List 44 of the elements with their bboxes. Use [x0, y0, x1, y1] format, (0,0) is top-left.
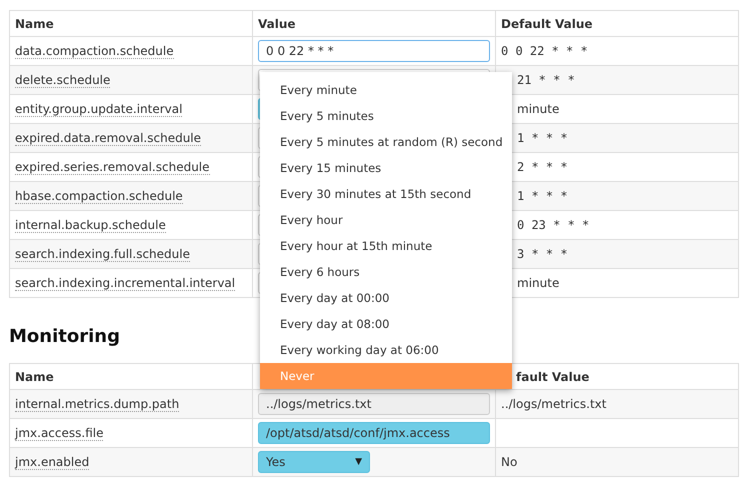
setting-name: jmx.access.file — [15, 426, 104, 441]
menu-item[interactable]: Every 15 minutes — [260, 155, 512, 181]
default-value: 1 * * * — [516, 189, 568, 203]
menu-item[interactable]: Every working day at 06:00 — [260, 337, 512, 363]
menu-item[interactable]: Every 5 minutes at random (R) second — [260, 129, 512, 155]
menu-item[interactable]: Every hour — [260, 207, 512, 233]
menu-item[interactable]: Every minute — [260, 77, 512, 103]
setting-name: data.compaction.schedule — [15, 44, 174, 59]
menu-item[interactable]: Every 6 hours — [260, 259, 512, 285]
column-header: Value — [252, 10, 496, 36]
value-select[interactable]: Yes ▼ — [258, 451, 370, 473]
default-value: ../logs/metrics.txt — [501, 397, 606, 411]
default-value: 2 * * * — [516, 160, 568, 174]
default-value: 21 * * * — [516, 73, 575, 87]
default-value: minute — [516, 102, 560, 116]
setting-name: delete.schedule — [15, 73, 110, 88]
default-value: minute — [516, 276, 560, 290]
setting-name: search.indexing.incremental.interval — [15, 276, 236, 291]
setting-name: internal.metrics.dump.path — [15, 397, 180, 412]
menu-item[interactable]: Every hour at 15th minute — [260, 233, 512, 259]
setting-name: internal.backup.schedule — [15, 218, 166, 233]
column-header: Name — [10, 10, 252, 36]
default-value: 1 * * * — [516, 131, 568, 145]
menu-item[interactable]: Every day at 08:00 — [260, 311, 512, 337]
value-field[interactable]: /opt/atsd/atsd/conf/jmx.access — [258, 422, 490, 444]
default-value: 0 0 22 * * * — [501, 44, 588, 58]
setting-name: expired.data.removal.schedule — [15, 131, 202, 146]
value-field[interactable]: ../logs/metrics.txt — [258, 393, 490, 415]
default-value: 0 23 * * * — [516, 218, 590, 232]
value-field[interactable]: 0 0 22 * * * — [258, 40, 490, 62]
setting-name: search.indexing.full.schedule — [15, 247, 190, 262]
default-value: No — [501, 455, 518, 469]
column-header: Default Value — [496, 10, 738, 36]
setting-name: jmx.enabled — [15, 455, 90, 470]
column-header: Name — [10, 364, 252, 390]
setting-name: entity.group.update.interval — [15, 102, 182, 117]
menu-item[interactable]: Every 5 minutes — [260, 103, 512, 129]
section-heading: Monitoring — [9, 326, 121, 347]
default-value: 3 * * * — [516, 247, 568, 261]
setting-name: expired.series.removal.schedule — [15, 160, 210, 175]
setting-name: hbase.compaction.schedule — [15, 189, 183, 204]
menu-item[interactable]: Every day at 00:00 — [260, 285, 512, 311]
menu-item[interactable]: Every 30 minutes at 15th second — [260, 181, 512, 207]
caret-icon: ▼ — [355, 457, 362, 467]
